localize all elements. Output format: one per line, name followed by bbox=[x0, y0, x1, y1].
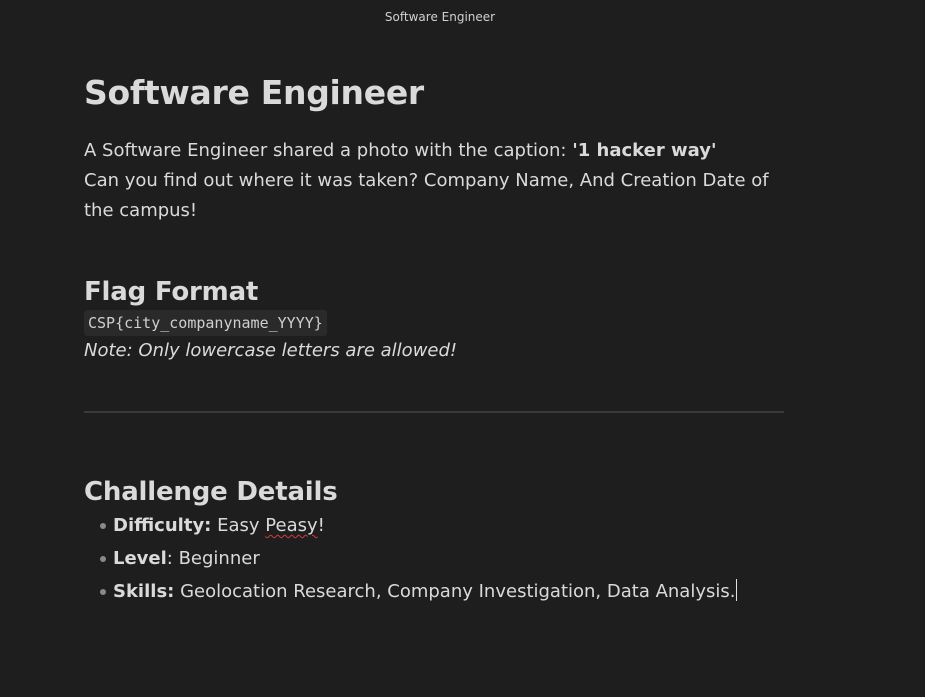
text-cursor bbox=[736, 579, 738, 601]
caption-quote: '1 hacker way' bbox=[572, 140, 717, 161]
bullet-icon bbox=[100, 556, 106, 562]
flag-note[interactable]: Note: Only lowercase letters are allowed… bbox=[84, 336, 784, 366]
intro-question: Can you find out where it was taken? Com… bbox=[84, 170, 769, 221]
level-value: : Beginner bbox=[166, 548, 260, 569]
intro-prefix: A Software Engineer shared a photo with … bbox=[84, 140, 573, 161]
level-label: Level bbox=[113, 548, 167, 569]
flag-format-line[interactable]: CSP{city_companyname_YYYY} bbox=[84, 309, 784, 336]
misspelled-word[interactable]: Peasy bbox=[265, 515, 317, 536]
challenge-details-heading[interactable]: Challenge Details bbox=[84, 475, 784, 509]
list-item-level[interactable]: Level: Beginner bbox=[100, 542, 784, 575]
flag-format-heading[interactable]: Flag Format bbox=[84, 275, 784, 309]
skills-value: Geolocation Research, Company Investigat… bbox=[174, 581, 736, 602]
challenge-details-list: Difficulty: Easy Peasy! Level: Beginner … bbox=[84, 509, 784, 608]
bullet-icon bbox=[100, 523, 106, 529]
difficulty-label: Difficulty: bbox=[113, 515, 212, 536]
skills-label: Skills: bbox=[113, 581, 175, 602]
section-divider bbox=[84, 411, 784, 413]
window-title: Software Engineer bbox=[384, 10, 496, 24]
editor-window: Software Engineer Software Engineer A So… bbox=[0, 0, 925, 697]
difficulty-value: Easy bbox=[211, 515, 266, 536]
intro-paragraph[interactable]: A Software Engineer shared a photo with … bbox=[84, 136, 784, 226]
list-item-skills[interactable]: Skills: Geolocation Research, Company In… bbox=[100, 575, 784, 608]
list-item-difficulty[interactable]: Difficulty: Easy Peasy! bbox=[100, 509, 784, 542]
page-title[interactable]: Software Engineer bbox=[84, 70, 784, 116]
flag-format-code: CSP{city_companyname_YYYY} bbox=[84, 310, 327, 336]
difficulty-value-tail: ! bbox=[317, 515, 325, 536]
note-editor[interactable]: Software Engineer A Software Engineer sh… bbox=[84, 70, 784, 608]
bullet-icon bbox=[100, 589, 106, 595]
